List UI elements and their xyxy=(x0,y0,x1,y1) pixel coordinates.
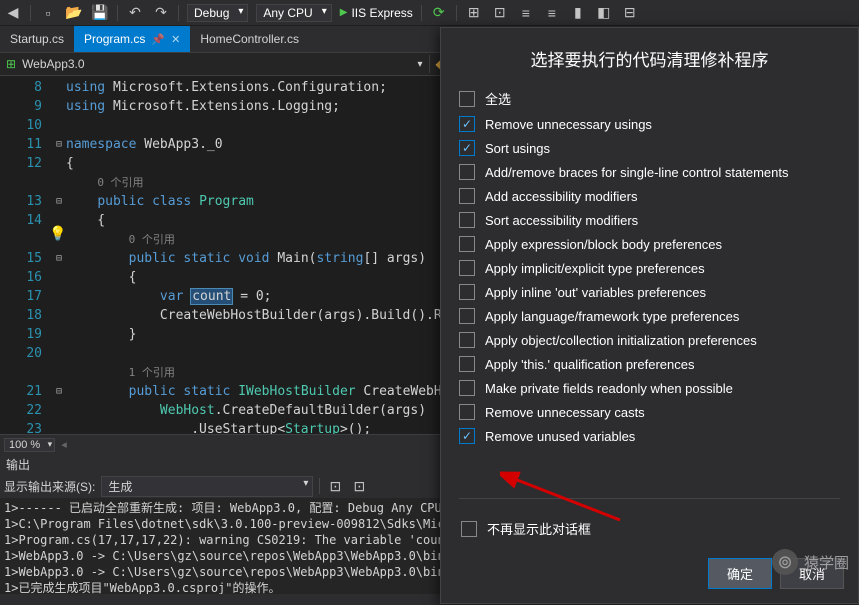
misc-icon[interactable]: ≡ xyxy=(517,4,535,22)
tab-startup-cs[interactable]: Startup.cs xyxy=(0,26,74,52)
dont-show-checkbox[interactable]: 不再显示此对话框 xyxy=(461,515,838,542)
checkbox-icon xyxy=(459,116,475,132)
main-toolbar: ◀ ▫ 📂 💾 ↶ ↷ Debug Any CPU IIS Express ⟳ … xyxy=(0,0,859,26)
tab-homecontroller-cs[interactable]: HomeController.cs xyxy=(190,26,309,52)
undo-icon[interactable]: ↶ xyxy=(126,4,144,22)
checkbox-icon xyxy=(459,212,475,228)
run-button[interactable]: IIS Express xyxy=(340,6,413,20)
fixer-checkbox[interactable]: Sort usings xyxy=(459,136,840,160)
output-icon[interactable]: ⊡ xyxy=(326,477,344,495)
code-cleanup-dialog: 选择要执行的代码清理修补程序 全选 Remove unnecessary usi… xyxy=(440,27,859,604)
output-source-label: 显示输出来源(S): xyxy=(4,478,95,495)
fixer-checkbox[interactable]: Remove unnecessary usings xyxy=(459,112,840,136)
zoom-combo[interactable]: 100 % xyxy=(4,438,55,452)
checkbox-icon xyxy=(459,284,475,300)
checkbox-icon xyxy=(459,428,475,444)
fixer-checkbox[interactable]: Remove unnecessary casts xyxy=(459,400,840,424)
watermark: ⊚ 猿学圈 xyxy=(772,549,849,575)
ok-button[interactable]: 确定 xyxy=(708,558,772,589)
fixer-checkbox[interactable]: Remove unused variables xyxy=(459,424,840,448)
open-icon[interactable]: 📂 xyxy=(65,4,83,22)
platform-combo[interactable]: Any CPU xyxy=(256,4,331,22)
checkbox-icon xyxy=(459,404,475,420)
fixer-checkbox[interactable]: Apply implicit/explicit type preferences xyxy=(459,256,840,280)
checkbox-icon xyxy=(459,356,475,372)
checkbox-icon xyxy=(459,164,475,180)
dialog-title: 选择要执行的代码清理修补程序 xyxy=(441,28,858,85)
nav-back-icon[interactable]: ◀ xyxy=(4,4,22,22)
misc-icon[interactable]: ⊟ xyxy=(621,4,639,22)
save-icon[interactable]: 💾 xyxy=(91,4,109,22)
project-combo[interactable]: ⊞ WebApp3.0 xyxy=(0,55,430,73)
fixer-list: 全选 Remove unnecessary usingsSort usingsA… xyxy=(441,85,858,490)
fixer-checkbox[interactable]: Sort accessibility modifiers xyxy=(459,208,840,232)
checkbox-icon xyxy=(459,91,475,107)
new-icon[interactable]: ▫ xyxy=(39,4,57,22)
fixer-checkbox[interactable]: Add accessibility modifiers xyxy=(459,184,840,208)
fixer-checkbox[interactable]: Apply language/framework type preference… xyxy=(459,304,840,328)
fixer-checkbox[interactable]: Apply object/collection initialization p… xyxy=(459,328,840,352)
misc-icon[interactable]: ≡ xyxy=(543,4,561,22)
wechat-icon: ⊚ xyxy=(772,549,798,575)
fixer-checkbox[interactable]: Make private fields readonly when possib… xyxy=(459,376,840,400)
csharp-icon: ⊞ xyxy=(6,57,16,71)
misc-icon[interactable]: ⊞ xyxy=(465,4,483,22)
output-icon[interactable]: ⊡ xyxy=(350,477,368,495)
redo-icon[interactable]: ↷ xyxy=(152,4,170,22)
refresh-icon[interactable]: ⟳ xyxy=(430,4,448,22)
line-numbers: 89101112 1314 151617181920 212223242526 xyxy=(0,76,52,434)
checkbox-icon xyxy=(459,188,475,204)
fixer-checkbox[interactable]: Apply 'this.' qualification preferences xyxy=(459,352,840,376)
tab-program-cs[interactable]: Program.cs📌✕ xyxy=(74,26,190,52)
fold-column[interactable]: ⊟ ⊟ ⊟ ⊟ xyxy=(52,76,66,434)
fixer-checkbox[interactable]: Apply inline 'out' variables preferences xyxy=(459,280,840,304)
checkbox-icon xyxy=(459,260,475,276)
output-source-combo[interactable]: 生成 xyxy=(101,476,313,497)
fixer-checkbox[interactable]: Apply expression/block body preferences xyxy=(459,232,840,256)
misc-icon[interactable]: ⊡ xyxy=(491,4,509,22)
config-combo[interactable]: Debug xyxy=(187,4,248,22)
select-all-checkbox[interactable]: 全选 xyxy=(459,85,840,112)
checkbox-icon xyxy=(459,140,475,156)
checkbox-icon xyxy=(459,332,475,348)
checkbox-icon xyxy=(459,236,475,252)
misc-icon[interactable]: ◧ xyxy=(595,4,613,22)
checkbox-icon xyxy=(459,308,475,324)
close-icon[interactable]: ✕ xyxy=(171,33,180,46)
checkbox-icon xyxy=(461,521,477,537)
checkbox-icon xyxy=(459,380,475,396)
bookmark-icon[interactable]: ▮ xyxy=(569,4,587,22)
fixer-checkbox[interactable]: Add/remove braces for single-line contro… xyxy=(459,160,840,184)
pin-icon[interactable]: 📌 xyxy=(151,33,165,46)
lightbulb-icon[interactable]: 💡 xyxy=(49,225,66,242)
